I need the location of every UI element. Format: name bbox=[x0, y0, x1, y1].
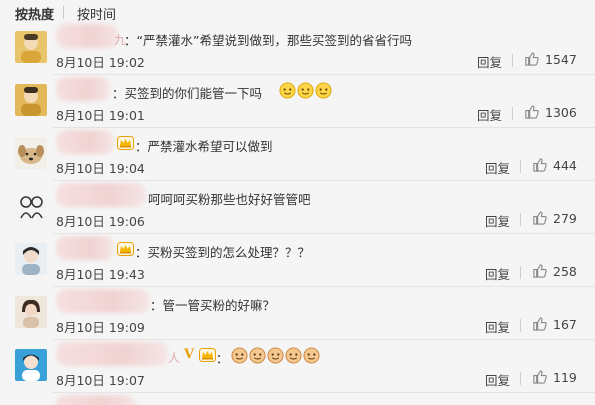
like-count: 119 bbox=[553, 370, 577, 385]
action-divider bbox=[520, 372, 521, 385]
username-redacted[interactable] bbox=[56, 130, 114, 154]
comment-item: 人 V ： 8月10日 19:07 回复 119 bbox=[0, 340, 595, 393]
comment-item: 九 ：“严禁灌水”希望说到做到，那些买签到的省省行吗 8月10日 19:02 回… bbox=[0, 22, 595, 75]
thumbs-up-icon[interactable] bbox=[532, 369, 547, 388]
comment-item: 呵呵呵买粉那些也好好管管吧 8月10日 19:06 回复 279 bbox=[0, 181, 595, 234]
username-redacted[interactable] bbox=[56, 183, 146, 207]
comment-text: ：严禁灌水希望可以做到 bbox=[135, 139, 273, 154]
username-redacted[interactable] bbox=[56, 24, 118, 48]
doge-emoji-icon bbox=[267, 347, 284, 364]
comment-text: 呵呵呵买粉那些也好好管管吧 bbox=[148, 192, 311, 207]
action-divider bbox=[520, 319, 521, 332]
comment-item: ：严禁灌水希望可以做到 8月10日 19:04 回复 444 bbox=[0, 128, 595, 181]
comment-time: 8月10日 19:02 bbox=[56, 55, 145, 70]
sort-divider bbox=[63, 6, 64, 19]
vip-crown-icon bbox=[117, 241, 134, 260]
username-redacted[interactable] bbox=[56, 342, 168, 366]
emoji-row bbox=[279, 80, 333, 99]
sort-bar: 按热度 按时间 bbox=[0, 0, 595, 24]
comment-time: 8月10日 19:01 bbox=[56, 108, 145, 123]
username-redacted[interactable] bbox=[56, 77, 110, 101]
action-divider bbox=[520, 213, 521, 226]
tab-sort-by-time[interactable]: 按时间 bbox=[77, 4, 116, 23]
avatar[interactable] bbox=[15, 31, 47, 63]
like-count: 444 bbox=[553, 158, 577, 173]
username-redacted[interactable] bbox=[56, 236, 114, 260]
like-count: 279 bbox=[553, 211, 577, 226]
doge-emoji-icon bbox=[231, 347, 248, 364]
thumbs-up-icon[interactable] bbox=[524, 104, 539, 123]
username-redacted[interactable] bbox=[56, 395, 136, 405]
comment-time: 8月10日 19:06 bbox=[56, 214, 145, 229]
like-count: 1547 bbox=[545, 52, 577, 67]
avatar[interactable] bbox=[15, 296, 47, 328]
username-redacted[interactable] bbox=[56, 289, 150, 313]
comment-time: 8月10日 19:07 bbox=[56, 373, 145, 388]
thumbs-up-icon[interactable] bbox=[532, 210, 547, 229]
reply-button[interactable]: 回复 bbox=[477, 105, 502, 124]
avatar[interactable] bbox=[15, 137, 47, 169]
thumbs-up-icon[interactable] bbox=[532, 316, 547, 335]
avatar[interactable] bbox=[15, 84, 47, 116]
comment-item: ：管一管买粉的好嘛？ 8月10日 19:09 回复 167 bbox=[0, 287, 595, 340]
comment-time: 8月10日 19:09 bbox=[56, 320, 145, 335]
comment-text: ：管一管买粉的好嘛？ bbox=[150, 298, 276, 313]
comment-time: 8月10日 19:04 bbox=[56, 161, 145, 176]
username-tail: 人 bbox=[168, 351, 181, 365]
action-divider bbox=[520, 266, 521, 279]
reply-button[interactable]: 回复 bbox=[485, 264, 510, 283]
comment-item: ：买粉买签到的怎么处理？？？ 8月10日 19:43 回复 258 bbox=[0, 234, 595, 287]
reply-button[interactable]: 回复 bbox=[477, 52, 502, 71]
like-count: 258 bbox=[553, 264, 577, 279]
doge-emoji-icon bbox=[303, 347, 320, 364]
comment-item: ：买签到的你们能管一下吗 8月10日 19:01 回复 1306 bbox=[0, 75, 595, 128]
reply-button[interactable]: 回复 bbox=[485, 317, 510, 336]
verified-v-badge: V bbox=[184, 347, 195, 362]
doge-emoji-icon bbox=[315, 82, 332, 99]
reply-button[interactable]: 回复 bbox=[485, 158, 510, 177]
comment-text: ：“严禁灌水”希望说到做到，那些买签到的省省行吗 bbox=[124, 33, 412, 48]
avatar[interactable] bbox=[15, 243, 47, 275]
vip-crown-icon bbox=[117, 135, 134, 154]
like-count: 1306 bbox=[545, 105, 577, 120]
tab-sort-by-hot[interactable]: 按热度 bbox=[15, 4, 54, 23]
doge-emoji-icon bbox=[249, 347, 266, 364]
comment-text: ：买签到的你们能管一下吗 bbox=[112, 86, 263, 101]
action-divider bbox=[512, 54, 513, 67]
doge-emoji-icon bbox=[285, 347, 302, 364]
doge-emoji-icon bbox=[279, 82, 296, 99]
thumbs-up-icon[interactable] bbox=[532, 263, 547, 282]
thumbs-up-icon[interactable] bbox=[524, 51, 539, 70]
comment-time: 8月10日 19:43 bbox=[56, 267, 145, 282]
comment-text: ：买粉买签到的怎么处理？？？ bbox=[135, 245, 311, 260]
emoji-row bbox=[231, 345, 321, 364]
vip-crown-icon bbox=[199, 347, 216, 366]
avatar[interactable] bbox=[15, 349, 47, 381]
comment-text: ： bbox=[216, 351, 229, 366]
action-divider bbox=[512, 107, 513, 120]
action-divider bbox=[520, 160, 521, 173]
reply-button[interactable]: 回复 bbox=[485, 370, 510, 389]
doge-emoji-icon bbox=[297, 82, 314, 99]
thumbs-up-icon[interactable] bbox=[532, 157, 547, 176]
avatar[interactable] bbox=[15, 190, 47, 222]
reply-button[interactable]: 回复 bbox=[485, 211, 510, 230]
like-count: 167 bbox=[553, 317, 577, 332]
comment-item-partial bbox=[0, 393, 595, 405]
